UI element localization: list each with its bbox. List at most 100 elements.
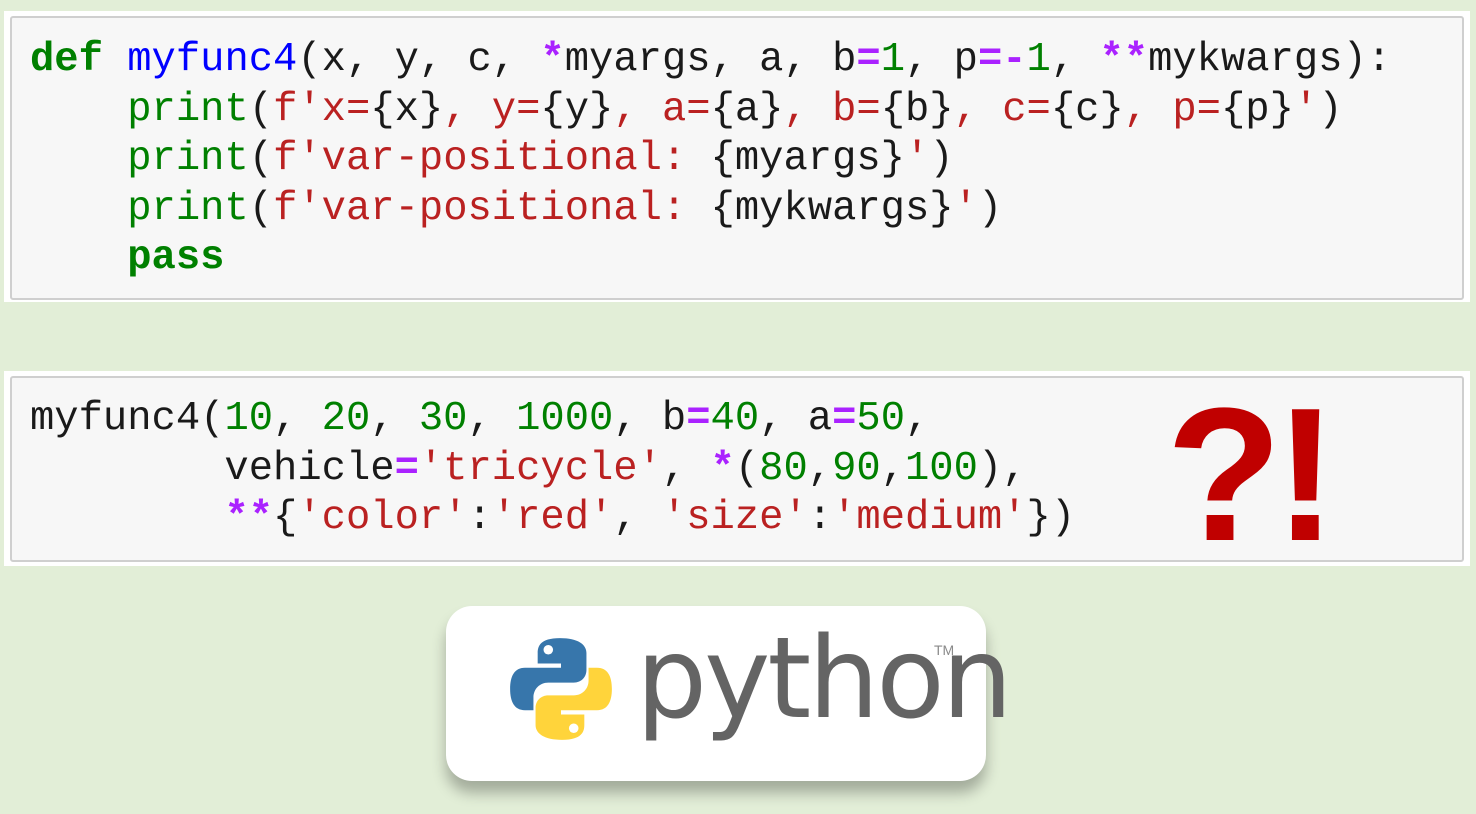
code-token: 20 bbox=[321, 396, 371, 442]
code-token: , bbox=[273, 396, 322, 442]
code-token: ** bbox=[1099, 37, 1149, 83]
call-code: myfunc4(10, 20, 30, 1000, b=40, a=50, ve… bbox=[30, 395, 1075, 544]
code-token: {p} bbox=[1220, 86, 1294, 133]
code-line: pass bbox=[30, 234, 1391, 284]
code-token: * bbox=[710, 445, 735, 492]
code-token: ' bbox=[1293, 86, 1319, 133]
code-token: , p= bbox=[1123, 86, 1221, 133]
code-token: ( bbox=[248, 185, 274, 232]
code-token: , bbox=[880, 445, 905, 492]
code-token: 30 bbox=[418, 396, 468, 442]
code-token: ) bbox=[977, 185, 1003, 232]
code-token: = bbox=[686, 396, 711, 442]
code-token: , bbox=[905, 396, 930, 442]
code-token: =- bbox=[977, 37, 1027, 83]
code-token: 10 bbox=[224, 396, 274, 442]
code-token: , bbox=[807, 445, 833, 492]
code-token: 100 bbox=[905, 445, 978, 492]
code-token: * bbox=[540, 37, 565, 83]
code-token: , bbox=[1050, 37, 1100, 83]
code-token: {a} bbox=[710, 86, 784, 133]
code-token: vehicle bbox=[30, 445, 395, 492]
code-token: 1 bbox=[1026, 37, 1051, 83]
code-token: , c= bbox=[953, 86, 1051, 133]
code-token: print bbox=[127, 185, 249, 232]
code-token: ) bbox=[1318, 86, 1343, 133]
code-token: }) bbox=[1026, 495, 1076, 541]
python-logo-yellow-eye bbox=[568, 723, 579, 733]
code-token: f'var-positional: bbox=[273, 185, 711, 232]
code-token: : bbox=[807, 495, 833, 541]
code-line: vehicle='tricycle', *(80,90,100), bbox=[30, 445, 1075, 495]
code-token: ' bbox=[953, 185, 978, 232]
trademark-mark: TM bbox=[934, 642, 955, 658]
code-token: , b bbox=[613, 396, 687, 442]
code-token: 'tricycle' bbox=[418, 445, 662, 492]
code-token: 40 bbox=[710, 396, 760, 442]
code-token: , bbox=[613, 495, 662, 541]
code-line: def myfunc4(x, y, c, *myargs, a, b=1, p=… bbox=[30, 36, 1391, 86]
code-token: 50 bbox=[856, 396, 905, 442]
code-token: 'color' bbox=[297, 495, 468, 541]
code-token: 'medium' bbox=[832, 495, 1027, 541]
code-token: print bbox=[127, 136, 249, 182]
code-token: ( bbox=[734, 445, 760, 492]
code-token: {c} bbox=[1050, 86, 1124, 133]
code-token: f'var-positional: bbox=[273, 136, 711, 182]
code-token: mykwargs): bbox=[1148, 37, 1392, 83]
code-token: = bbox=[832, 396, 857, 442]
code-token: {mykwargs} bbox=[710, 185, 954, 232]
code-token: ' bbox=[904, 136, 930, 182]
code-token: 'size' bbox=[661, 495, 808, 541]
code-token: print bbox=[127, 86, 249, 133]
code-token: ( bbox=[248, 86, 274, 133]
code-token: , y= bbox=[443, 86, 541, 133]
definition-code-cell[interactable]: def myfunc4(x, y, c, *myargs, a, b=1, p=… bbox=[10, 16, 1464, 300]
code-token: : bbox=[467, 495, 492, 541]
code-token: myfunc4 bbox=[127, 37, 298, 83]
code-token: ** bbox=[224, 495, 274, 541]
code-token: 1000 bbox=[516, 396, 614, 442]
code-token: , b= bbox=[783, 86, 881, 133]
code-line: print(f'x={x}, y={y}, a={a}, b={b}, c={c… bbox=[30, 86, 1391, 136]
code-line: **{'color':'red', 'size':'medium'}) bbox=[30, 494, 1075, 544]
code-token: pass bbox=[127, 235, 225, 281]
code-token: 1 bbox=[880, 37, 906, 83]
code-token: (x, y, c, bbox=[297, 37, 541, 83]
code-line: print(f'var-positional: {mykwargs}') bbox=[30, 185, 1391, 235]
code-token: ( bbox=[248, 136, 274, 182]
code-token: {x} bbox=[370, 86, 444, 133]
code-token: , bbox=[661, 445, 711, 492]
code-token: ) bbox=[929, 136, 954, 182]
code-token: f'x= bbox=[273, 86, 371, 133]
code-token: { bbox=[273, 495, 298, 541]
python-logo-icon bbox=[510, 638, 612, 740]
code-token: , a bbox=[759, 396, 833, 442]
python-wordmark: python bbox=[636, 614, 1013, 744]
code-token: , bbox=[467, 396, 517, 442]
code-token: myfunc4( bbox=[30, 396, 225, 442]
python-logo-card: python TM bbox=[446, 606, 1013, 781]
code-token: def bbox=[30, 37, 103, 83]
code-token: {y} bbox=[540, 86, 614, 133]
code-token: 'red' bbox=[491, 495, 614, 541]
code-line: print(f'var-positional: {myargs}') bbox=[30, 135, 1391, 185]
code-token: myargs, a, b bbox=[564, 37, 857, 83]
code-token: {myargs} bbox=[710, 136, 905, 182]
definition-panel: def myfunc4(x, y, c, *myargs, a, b=1, p=… bbox=[4, 11, 1470, 302]
code-token: = bbox=[394, 445, 419, 492]
definition-code: def myfunc4(x, y, c, *myargs, a, b=1, p=… bbox=[30, 36, 1391, 284]
interrobang-annotation: ?! bbox=[1166, 369, 1337, 581]
code-token: , p bbox=[905, 37, 978, 83]
python-logo-blue-eye bbox=[543, 645, 554, 655]
code-token: , bbox=[370, 396, 419, 442]
code-token: = bbox=[856, 37, 881, 83]
code-token: 80 bbox=[759, 445, 808, 492]
code-line: myfunc4(10, 20, 30, 1000, b=40, a=50, bbox=[30, 395, 1075, 445]
